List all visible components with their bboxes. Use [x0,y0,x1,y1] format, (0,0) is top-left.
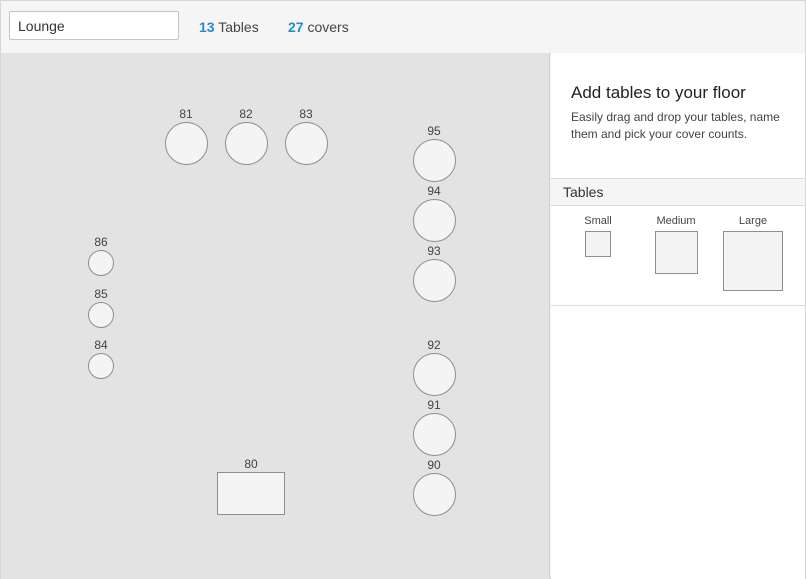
tables-count-label: Tables [218,19,259,35]
table-label-80: 80 [244,457,258,471]
side-panel: Add tables to your floor Easily drag and… [551,53,805,579]
table-label-86: 86 [94,235,108,249]
table-label-84: 84 [94,338,108,352]
table-92[interactable] [413,353,456,396]
large-table-tile[interactable] [723,231,783,291]
table-label-94: 94 [427,184,441,198]
table-label-81: 81 [179,107,193,121]
table-86[interactable] [88,250,114,276]
tables-count: 13 [199,19,215,35]
table-95[interactable] [413,139,456,182]
table-label-93: 93 [427,244,441,258]
covers-count: 27 [288,19,304,35]
table-84[interactable] [88,353,114,379]
table-label-85: 85 [94,287,108,301]
table-85[interactable] [88,302,114,328]
covers-count-stat: 27 covers [288,19,349,35]
tables-section-heading: Tables [551,179,805,206]
floor-canvas[interactable]: 81 82 83 95 94 93 86 85 84 92 91 90 80 [1,53,550,579]
table-label-91: 91 [427,398,441,412]
table-91[interactable] [413,413,456,456]
palette-item-large[interactable]: Large [722,215,784,291]
table-81[interactable] [165,122,208,165]
palette-label-large: Large [738,215,768,227]
table-93[interactable] [413,259,456,302]
table-label-90: 90 [427,458,441,472]
tables-count-stat: 13 Tables [199,19,259,35]
palette-item-small[interactable]: Small [573,215,623,257]
table-90[interactable] [413,473,456,516]
table-palette: Small Medium Large [551,206,805,306]
table-label-95: 95 [427,124,441,138]
palette-label-medium: Medium [656,215,696,227]
covers-count-label: covers [307,19,349,35]
floor-editor: 13 Tables 27 covers 81 82 83 95 94 93 86… [0,0,806,579]
table-83[interactable] [285,122,328,165]
palette-item-medium[interactable]: Medium [646,215,706,274]
top-bar: 13 Tables 27 covers [1,1,805,54]
table-82[interactable] [225,122,268,165]
table-label-92: 92 [427,338,441,352]
table-94[interactable] [413,199,456,242]
panel-title: Add tables to your floor [571,83,746,102]
table-80[interactable] [217,472,285,515]
table-label-83: 83 [299,107,313,121]
intro-section: Add tables to your floor Easily drag and… [551,53,805,179]
small-table-tile[interactable] [585,231,611,257]
medium-table-tile[interactable] [654,231,698,274]
panel-description: Easily drag and drop your tables, name t… [571,110,780,141]
palette-label-small: Small [584,215,612,227]
table-label-82: 82 [239,107,253,121]
floor-name-input[interactable] [9,11,179,40]
